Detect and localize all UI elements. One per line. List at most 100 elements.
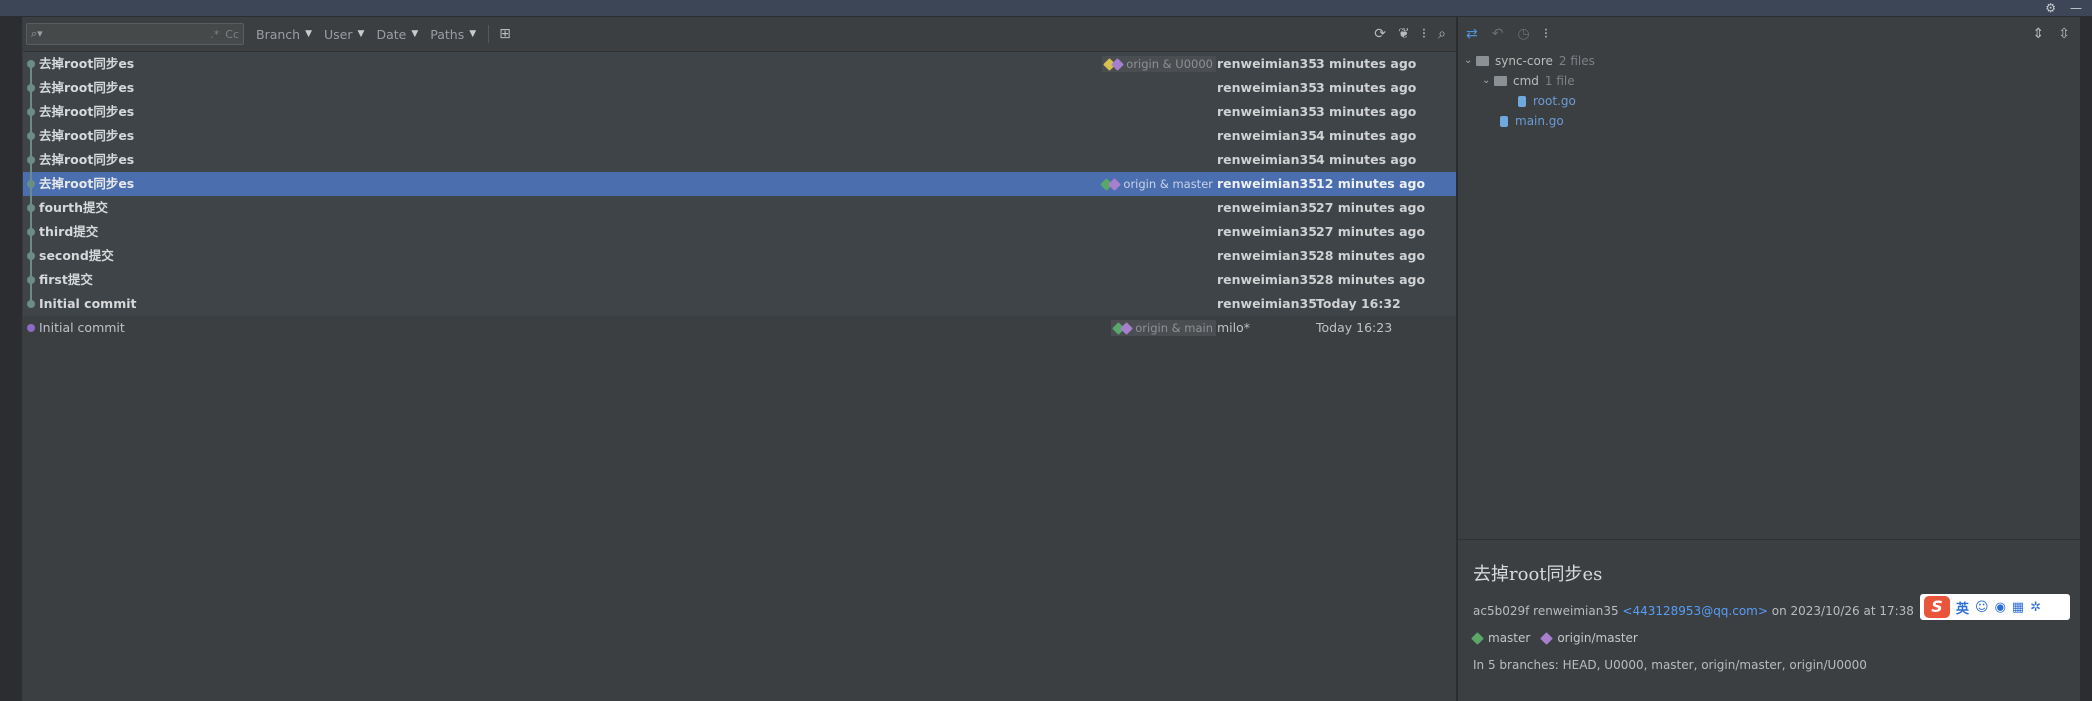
tree-file-main-go[interactable]: main.go bbox=[1464, 111, 2080, 131]
commit-row[interactable]: 去掉root同步es renweimian35 4 minutes ago bbox=[23, 148, 1456, 172]
ref-labels: origin & U0000 bbox=[1102, 56, 1216, 72]
commit-row[interactable]: 去掉root同步es origin & U0000 renweimian35 3… bbox=[23, 52, 1456, 76]
commit-author: renweimian35 bbox=[1217, 272, 1317, 287]
expand-all-icon[interactable]: ⇕ bbox=[2033, 26, 2045, 42]
commit-subject: first提交 bbox=[39, 272, 93, 287]
ref-label-text: origin & master bbox=[1123, 177, 1213, 191]
emoji-icon[interactable]: ☺ bbox=[1975, 600, 1989, 615]
ime-language-toggle[interactable]: 英 bbox=[1956, 598, 1969, 617]
chevron-down-icon: ▼ bbox=[357, 29, 365, 39]
ime-logo[interactable]: S bbox=[1924, 596, 1950, 618]
filter-user[interactable]: User ▼ bbox=[324, 27, 364, 42]
collapse-all-icon[interactable]: ⇳ bbox=[2058, 26, 2070, 42]
commit-row[interactable]: 去掉root同步es renweimian35 4 minutes ago bbox=[23, 124, 1456, 148]
commit-row[interactable]: fourth提交 renweimian35 27 minutes ago bbox=[23, 196, 1456, 220]
branch-label-origin-master[interactable]: origin/master bbox=[1557, 631, 1638, 645]
commit-row[interactable]: Initial commit renweimian35 Today 16:32 bbox=[23, 292, 1456, 316]
right-gutter bbox=[2080, 17, 2092, 701]
tree-file-root-go[interactable]: root.go bbox=[1464, 91, 2080, 111]
new-tab-icon[interactable]: ⊞ bbox=[499, 26, 511, 42]
commit-row[interactable]: second提交 renweimian35 28 minutes ago bbox=[23, 244, 1456, 268]
commit-subject: 去掉root同步es bbox=[39, 176, 135, 191]
commit-date: 12 minutes ago bbox=[1316, 176, 1426, 191]
commit-subject: Initial commit bbox=[39, 320, 125, 335]
toolbar-divider bbox=[488, 25, 490, 43]
cherry-pick-icon[interactable]: ❦ bbox=[1398, 26, 1410, 42]
graph-node bbox=[27, 276, 35, 284]
commit-date: Today 16:23 bbox=[1316, 320, 1393, 335]
graph-node bbox=[27, 132, 35, 140]
tree-folder-sync-core[interactable]: ⌄ sync-core 2 files bbox=[1464, 51, 2080, 71]
commit-row[interactable]: Initial commit origin & main milo* Today… bbox=[23, 316, 1456, 340]
graph-node bbox=[27, 108, 35, 116]
changes-toolbar-right: ⇕ ⇳ bbox=[2033, 17, 2070, 51]
commit-author: milo* bbox=[1217, 320, 1251, 335]
search-box[interactable]: ⌕▾ .* Cc bbox=[26, 23, 244, 45]
voice-icon[interactable]: ◉ bbox=[1995, 600, 2006, 615]
group-by-icon[interactable]: ⁝ bbox=[1544, 26, 1548, 42]
match-case-toggle[interactable]: Cc bbox=[225, 28, 239, 41]
commit-author: renweimian35 bbox=[1217, 224, 1317, 239]
title-bar: ⚙ — bbox=[0, 0, 2092, 17]
commit-subject: 去掉root同步es bbox=[39, 56, 135, 71]
commit-details: 去掉root同步es ac5b029f renweimian35 <443128… bbox=[1458, 539, 2080, 701]
branch-label-master[interactable]: master bbox=[1488, 631, 1530, 645]
commit-subject: second提交 bbox=[39, 248, 114, 263]
commit-subject: 去掉root同步es bbox=[39, 152, 135, 167]
commit-row[interactable]: 去掉root同步es renweimian35 3 minutes ago bbox=[23, 76, 1456, 100]
minimize-icon[interactable]: — bbox=[2070, 1, 2082, 15]
commit-author: renweimian35 bbox=[1217, 296, 1317, 311]
filter-date[interactable]: Date ▼ bbox=[376, 27, 418, 42]
commit-row[interactable]: third提交 renweimian35 27 minutes ago bbox=[23, 220, 1456, 244]
commit-subject: 去掉root同步es bbox=[39, 128, 135, 143]
regex-toggle[interactable]: .* bbox=[210, 28, 219, 41]
chevron-down-icon[interactable]: ⌄ bbox=[1464, 51, 1476, 71]
tag-icon bbox=[1120, 321, 1134, 335]
diff-icon[interactable]: ⇄ bbox=[1466, 26, 1478, 42]
ref-label-text: origin & main bbox=[1135, 321, 1213, 335]
commit-date: Today 16:32 bbox=[1316, 296, 1401, 311]
commit-date: 28 minutes ago bbox=[1316, 272, 1426, 287]
chevron-down-icon: ▼ bbox=[469, 29, 477, 39]
gear-icon[interactable]: ⚙ bbox=[2045, 1, 2056, 15]
refresh-icon[interactable]: ⟳ bbox=[1374, 26, 1386, 42]
commit-author: renweimian35 bbox=[1217, 104, 1317, 119]
chevron-down-icon[interactable]: ⌄ bbox=[1482, 71, 1494, 91]
filter-paths[interactable]: Paths ▼ bbox=[430, 27, 476, 42]
commit-row-selected[interactable]: 去掉root同步es origin & master renweimian35 … bbox=[23, 172, 1456, 196]
commit-branch-labels: master origin/master bbox=[1471, 631, 1638, 645]
left-gutter bbox=[0, 17, 23, 701]
graph-node bbox=[27, 84, 35, 92]
filter-branch[interactable]: Branch ▼ bbox=[256, 27, 312, 42]
commit-subject: 去掉root同步es bbox=[39, 80, 135, 95]
chevron-down-icon: ▼ bbox=[305, 29, 313, 39]
tree-file-name: root.go bbox=[1533, 94, 1576, 108]
filter-branch-label: Branch bbox=[256, 26, 301, 42]
author-email-link[interactable]: <443128953@qq.com> bbox=[1622, 604, 1768, 618]
commit-meta: ac5b029f renweimian35 <443128953@qq.com>… bbox=[1473, 604, 1914, 618]
chevron-down-icon: ▼ bbox=[411, 29, 419, 39]
tag-icon bbox=[1111, 57, 1125, 71]
tree-folder-cmd[interactable]: ⌄ cmd 1 file bbox=[1464, 71, 2080, 91]
search-icon[interactable]: ⌕▾ bbox=[31, 27, 49, 41]
commit-details-panel: ⇄ ↶ ◷ ⁝ ⇕ ⇳ ⌄ sync-core 2 files ⌄ cmd 1 … bbox=[1457, 17, 2080, 701]
view-options-icon[interactable]: ⁝ bbox=[1422, 26, 1426, 42]
tree-folder-name: sync-core bbox=[1495, 54, 1553, 68]
apps-icon[interactable]: ▦ bbox=[2012, 600, 2024, 615]
commit-message: 去掉root同步es bbox=[1473, 564, 1603, 585]
graph-node bbox=[27, 204, 35, 212]
commit-row[interactable]: 去掉root同步es renweimian35 3 minutes ago bbox=[23, 100, 1456, 124]
commit-author: renweimian35 bbox=[1217, 152, 1317, 167]
revert-icon[interactable]: ↶ bbox=[1492, 26, 1504, 42]
filter-date-label: Date bbox=[376, 26, 407, 42]
commit-row[interactable]: first提交 renweimian35 28 minutes ago bbox=[23, 268, 1456, 292]
search-input[interactable] bbox=[49, 26, 205, 42]
search-icon[interactable]: ⌕ bbox=[1438, 26, 1446, 42]
settings-icon[interactable]: ✲ bbox=[2030, 600, 2041, 615]
ime-toolbar[interactable]: S 英 ☺ ◉ ▦ ✲ bbox=[1920, 594, 2070, 620]
commit-date: 4 minutes ago bbox=[1316, 128, 1417, 143]
contained-in-branches: In 5 branches: HEAD, U0000, master, orig… bbox=[1473, 658, 1867, 672]
commit-date: 4 minutes ago bbox=[1316, 152, 1417, 167]
git-log-panel: ⌕▾ .* Cc Branch ▼ User ▼ Date ▼ Paths ▼ … bbox=[23, 17, 1456, 701]
history-icon[interactable]: ◷ bbox=[1517, 26, 1529, 42]
